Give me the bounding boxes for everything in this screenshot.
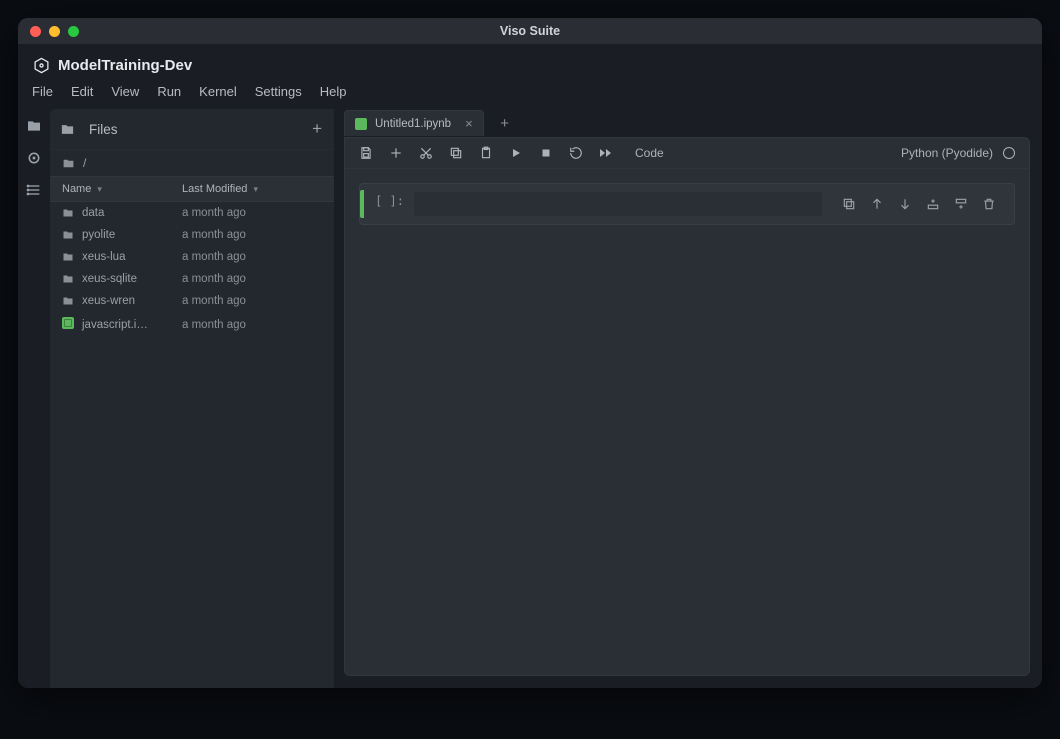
app-header: ModelTraining-Dev File Edit View Run Ker… bbox=[18, 44, 1042, 103]
notebook-panel: Code Python (Pyodide) [ ]: bbox=[344, 137, 1030, 676]
file-browser-header: Files + bbox=[50, 109, 334, 149]
cell-input[interactable] bbox=[414, 192, 822, 216]
save-icon[interactable] bbox=[359, 146, 373, 160]
code-cell[interactable]: [ ]: bbox=[359, 183, 1015, 225]
menu-help[interactable]: Help bbox=[320, 84, 347, 99]
file-name: javascript.i… bbox=[82, 319, 148, 331]
project-name: ModelTraining-Dev bbox=[58, 57, 192, 74]
copy-icon[interactable] bbox=[449, 146, 463, 160]
file-name: pyolite bbox=[82, 229, 115, 241]
tab-label: Untitled1.ipynb bbox=[375, 118, 451, 130]
folder-icon bbox=[62, 273, 74, 285]
insert-cell-icon[interactable] bbox=[389, 146, 403, 160]
column-name-label: Name bbox=[62, 183, 91, 195]
window-title: Viso Suite bbox=[18, 24, 1042, 38]
file-modified: a month ago bbox=[182, 251, 322, 263]
tab-close-icon[interactable]: × bbox=[465, 116, 473, 131]
move-cell-down-icon[interactable] bbox=[898, 197, 912, 211]
project-title: ModelTraining-Dev bbox=[32, 56, 1028, 74]
app-body: Files + / Name ▾ Last Modified ▾ bbox=[18, 103, 1042, 688]
insert-below-icon[interactable] bbox=[954, 197, 968, 211]
project-icon bbox=[32, 56, 50, 74]
titlebar: Viso Suite bbox=[18, 18, 1042, 44]
delete-cell-icon[interactable] bbox=[982, 197, 996, 211]
sort-icon: ▾ bbox=[97, 184, 102, 195]
file-row[interactable]: pyolite a month ago bbox=[50, 224, 334, 246]
file-name: xeus-lua bbox=[82, 251, 125, 263]
file-modified: a month ago bbox=[182, 229, 322, 241]
new-tab-button[interactable]: + bbox=[494, 115, 516, 132]
cut-icon[interactable] bbox=[419, 146, 433, 160]
cell-type-selector[interactable]: Code bbox=[635, 146, 664, 160]
paste-icon[interactable] bbox=[479, 146, 493, 160]
file-row[interactable]: xeus-lua a month ago bbox=[50, 246, 334, 268]
file-browser-panel: Files + / Name ▾ Last Modified ▾ bbox=[50, 109, 334, 688]
menubar: File Edit View Run Kernel Settings Help bbox=[32, 84, 1028, 99]
kernel-status-icon[interactable] bbox=[1003, 147, 1015, 159]
tab-notebook[interactable]: Untitled1.ipynb × bbox=[344, 110, 484, 136]
file-browser-tab-icon[interactable] bbox=[25, 117, 43, 135]
menu-edit[interactable]: Edit bbox=[71, 84, 93, 99]
cell-active-indicator bbox=[360, 190, 364, 218]
menu-view[interactable]: View bbox=[111, 84, 139, 99]
cell-area: [ ]: bbox=[345, 169, 1029, 675]
close-window-button[interactable] bbox=[30, 26, 41, 37]
stop-icon[interactable] bbox=[539, 146, 553, 160]
insert-above-icon[interactable] bbox=[926, 197, 940, 211]
file-modified: a month ago bbox=[182, 273, 322, 285]
breadcrumb-path: / bbox=[83, 156, 86, 170]
file-table-header: Name ▾ Last Modified ▾ bbox=[50, 176, 334, 202]
file-name: xeus-wren bbox=[82, 295, 135, 307]
folder-icon bbox=[62, 229, 74, 241]
move-cell-up-icon[interactable] bbox=[870, 197, 884, 211]
file-row[interactable]: javascript.i… a month ago bbox=[50, 312, 334, 337]
cell-toolbar bbox=[832, 190, 1006, 218]
kernel-name[interactable]: Python (Pyodide) bbox=[901, 146, 993, 160]
file-modified: a month ago bbox=[182, 295, 322, 307]
menu-settings[interactable]: Settings bbox=[255, 84, 302, 99]
notebook-toolbar: Code Python (Pyodide) bbox=[345, 138, 1029, 169]
file-row[interactable]: xeus-sqlite a month ago bbox=[50, 268, 334, 290]
restart-run-all-icon[interactable] bbox=[599, 146, 613, 160]
left-rail bbox=[18, 103, 50, 688]
new-launcher-button[interactable]: + bbox=[312, 119, 322, 139]
breadcrumb-folder-icon bbox=[62, 157, 75, 170]
tab-bar: Untitled1.ipynb × + bbox=[344, 109, 1030, 137]
restart-icon[interactable] bbox=[569, 146, 583, 160]
folder-icon bbox=[62, 207, 74, 219]
menu-file[interactable]: File bbox=[32, 84, 53, 99]
main-area: Untitled1.ipynb × + bbox=[334, 103, 1042, 688]
file-row[interactable]: data a month ago bbox=[50, 202, 334, 224]
file-modified: a month ago bbox=[182, 207, 322, 219]
minimize-window-button[interactable] bbox=[49, 26, 60, 37]
file-modified: a month ago bbox=[182, 319, 322, 331]
file-name: data bbox=[82, 207, 104, 219]
folder-browser-icon bbox=[60, 122, 75, 137]
file-row[interactable]: xeus-wren a month ago bbox=[50, 290, 334, 312]
menu-run[interactable]: Run bbox=[157, 84, 181, 99]
folder-icon bbox=[62, 295, 74, 307]
breadcrumb[interactable]: / bbox=[50, 149, 334, 176]
menu-kernel[interactable]: Kernel bbox=[199, 84, 237, 99]
traffic-lights bbox=[30, 26, 79, 37]
column-modified-label: Last Modified bbox=[182, 183, 247, 195]
toc-tab-icon[interactable] bbox=[25, 181, 43, 199]
file-list: dataa month agopyolitea month agoxeus-lu… bbox=[50, 202, 334, 688]
sort-icon: ▾ bbox=[253, 184, 258, 195]
duplicate-cell-icon[interactable] bbox=[842, 197, 856, 211]
running-tab-icon[interactable] bbox=[25, 149, 43, 167]
folder-icon bbox=[62, 251, 74, 263]
cell-prompt: [ ]: bbox=[374, 190, 404, 218]
app-window: Viso Suite ModelTraining-Dev File Edit V… bbox=[18, 18, 1042, 688]
notebook-icon bbox=[62, 317, 74, 332]
column-modified-header[interactable]: Last Modified ▾ bbox=[182, 183, 322, 195]
file-name: xeus-sqlite bbox=[82, 273, 137, 285]
run-icon[interactable] bbox=[509, 146, 523, 160]
column-name-header[interactable]: Name ▾ bbox=[62, 183, 182, 195]
notebook-icon bbox=[355, 118, 367, 130]
maximize-window-button[interactable] bbox=[68, 26, 79, 37]
file-browser-title: Files bbox=[89, 122, 118, 137]
